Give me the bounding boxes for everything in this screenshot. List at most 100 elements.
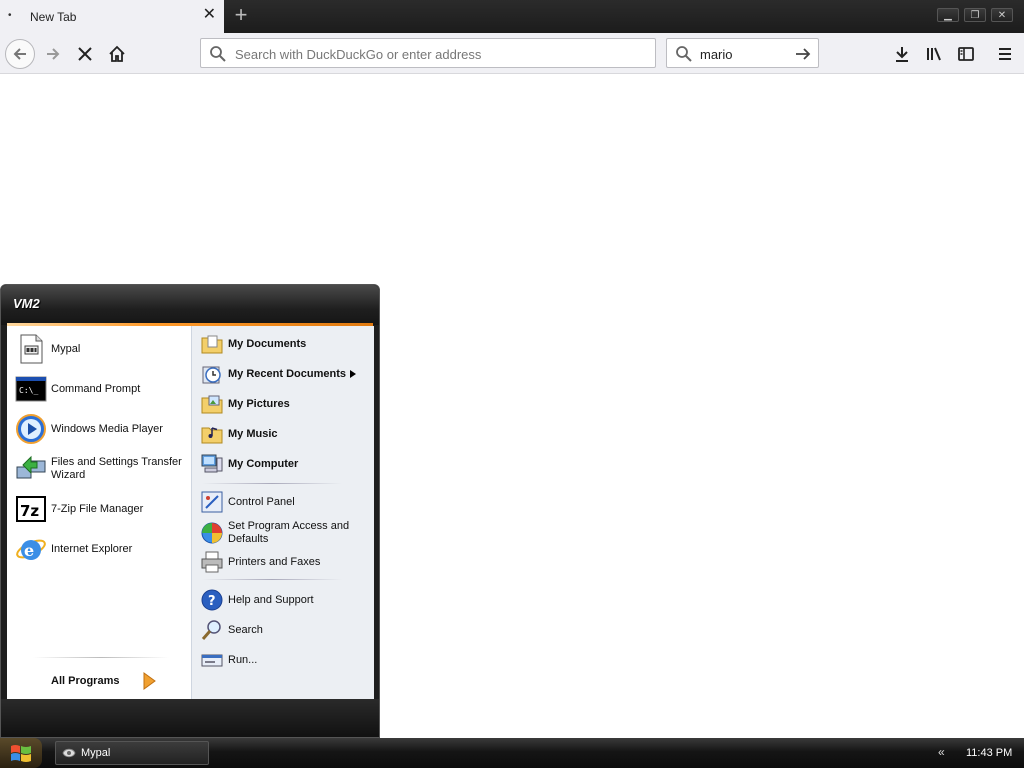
submenu-arrow-icon [349,370,356,378]
folder-pictures-icon [201,395,223,414]
place-program-access[interactable]: Set Program Access and Defaults [200,520,372,546]
new-tab-button[interactable]: + [229,4,253,28]
start-button[interactable] [0,738,42,768]
forward-arrow-icon [47,48,60,60]
tab-strip: • New Tab ✕ + ▁ ❐ ✕ [0,0,1024,33]
place-label: Control Panel [228,495,295,508]
search-bar[interactable] [666,38,819,68]
program-label: Mypal [51,342,81,355]
place-search[interactable]: Search [200,618,372,642]
restore-button[interactable]: ❐ [964,8,986,22]
mypal-icon [62,748,76,758]
tab-loading-dot: • [8,10,12,21]
start-menu: VM2 Mypal C:\_ Command Prompt Windows Me… [0,284,380,738]
media-player-icon [16,414,46,444]
help-icon: ? [201,589,223,611]
computer-icon [201,454,223,473]
program-label: Command Prompt [51,382,141,395]
back-button[interactable] [5,39,35,69]
back-arrow-icon [13,48,26,60]
search-icon [201,620,221,640]
navigation-toolbar [0,33,1024,74]
program-label: 7-Zip File Manager [51,502,144,515]
program-access-icon [201,522,223,544]
clock[interactable]: 11:43 PM [966,747,1012,759]
program-7zip[interactable]: 7z 7-Zip File Manager [15,493,191,525]
stop-x-icon [78,47,92,61]
sidebar-button[interactable] [953,41,979,67]
window-close-button[interactable]: ✕ [991,8,1013,22]
printer-icon [201,551,223,573]
place-label: Set Program Access and Defaults [228,520,350,545]
home-icon [109,45,125,62]
search-icon [676,46,692,62]
folder-icon [201,335,223,354]
place-label: My Music [228,427,278,440]
program-command-prompt[interactable]: C:\_ Command Prompt [15,373,191,405]
recent-documents-icon [202,366,221,384]
close-tab-icon[interactable]: ✕ [203,7,216,23]
place-label: Run... [228,653,258,666]
place-run[interactable]: Run... [200,648,372,672]
all-programs-arrow-icon[interactable] [142,672,156,690]
place-control-panel[interactable]: Control Panel [200,490,372,514]
show-hidden-icons-button[interactable]: « [938,745,945,759]
command-prompt-icon: C:\_ [15,376,47,402]
transfer-wizard-icon [16,455,46,479]
place-my-recent-documents[interactable]: My Recent Documents [200,362,372,386]
place-label: My Recent Documents [228,367,346,380]
taskbar-item-mypal[interactable]: Mypal [55,741,209,765]
taskbar-item-label: Mypal [81,747,111,759]
program-transfer-wizard[interactable]: Files and Settings Transfer Wizard [15,453,191,485]
svg-text:7z: 7z [20,502,39,520]
place-my-pictures[interactable]: My Pictures [200,392,372,416]
place-label: My Computer [228,457,299,470]
taskbar: Mypal « 11:43 PM [0,738,1024,768]
search-icon [210,46,226,62]
stop-button[interactable] [72,41,98,67]
place-help-support[interactable]: ? Help and Support [200,588,372,612]
place-label: Search [228,623,263,636]
place-my-documents[interactable]: My Documents [200,332,372,356]
place-my-music[interactable]: My Music [200,422,372,446]
program-label: Files and Settings Transfer Wizard [51,456,182,481]
programs-column: Mypal C:\_ Command Prompt Windows Media … [7,326,191,699]
windows-logo-icon [11,745,31,762]
mypal-icon [20,334,43,364]
download-icon [896,47,908,62]
search-input[interactable] [698,45,792,63]
run-icon [201,654,223,667]
place-printers-faxes[interactable]: Printers and Faxes [200,550,372,574]
7zip-icon: 7z [16,496,46,522]
places-separator [202,483,342,484]
home-button[interactable] [104,41,130,67]
user-name: VM2 [13,296,40,311]
address-input[interactable] [233,45,647,63]
downloads-button[interactable] [889,41,915,67]
place-label: My Pictures [228,397,290,410]
tab-title: New Tab [30,10,77,24]
program-mypal[interactable]: Mypal [15,333,191,365]
minimize-button[interactable]: ▁ [937,8,959,22]
library-button[interactable] [921,41,947,67]
start-menu-header: VM2 [1,285,379,325]
program-internet-explorer[interactable]: e Internet Explorer [15,533,191,565]
go-arrow-icon[interactable] [794,45,812,63]
library-icon [927,47,941,61]
place-label: My Documents [228,337,307,350]
address-bar[interactable] [200,38,656,68]
menu-button[interactable] [992,41,1018,67]
start-menu-footer [1,699,379,737]
internet-explorer-icon: e [16,539,46,560]
program-label: Internet Explorer [51,542,133,555]
program-windows-media-player[interactable]: Windows Media Player [15,413,191,445]
svg-text:?: ? [208,594,216,609]
sidebar-icon [958,47,974,61]
all-programs-separator [33,657,169,658]
place-label: Help and Support [228,593,314,606]
forward-button[interactable] [40,41,66,67]
place-my-computer[interactable]: My Computer [200,452,372,476]
tab-new-tab[interactable]: • New Tab ✕ [0,0,224,33]
folder-music-icon [201,427,223,444]
all-programs-button[interactable]: All Programs [51,675,119,687]
